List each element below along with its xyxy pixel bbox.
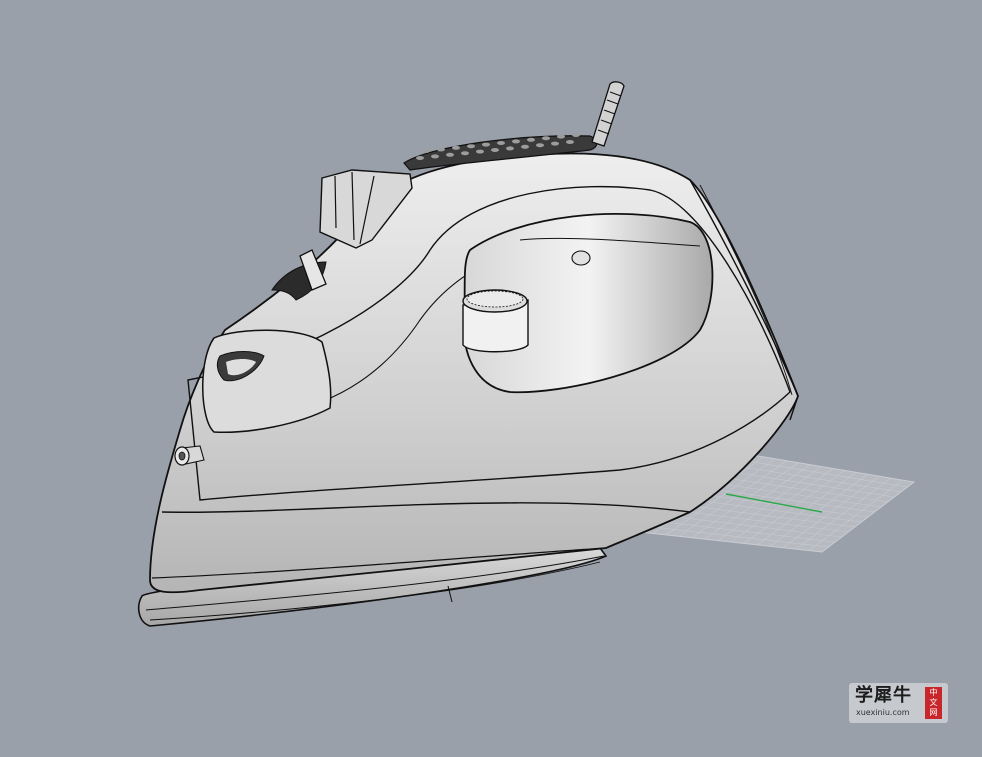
water-tank-window: [202, 329, 332, 434]
rhino-viewport[interactable]: 学犀牛 xuexiniu.com 中文网: [0, 0, 982, 757]
watermark-seal: 中文网: [925, 687, 942, 719]
temperature-dial: [462, 289, 529, 353]
cord-strain-relief: [591, 81, 625, 147]
watermark-seal-char: 文: [929, 698, 938, 707]
watermark-seal-char: 中: [929, 688, 938, 697]
watermark-title: 学犀牛: [855, 685, 912, 706]
watermark-url: xuexiniu.com: [856, 708, 910, 717]
iron-render-scene: [137, 81, 916, 627]
watermark-logo: 学犀牛 xuexiniu.com 中文网: [849, 683, 948, 723]
watermark-seal-char: 网: [929, 708, 938, 717]
